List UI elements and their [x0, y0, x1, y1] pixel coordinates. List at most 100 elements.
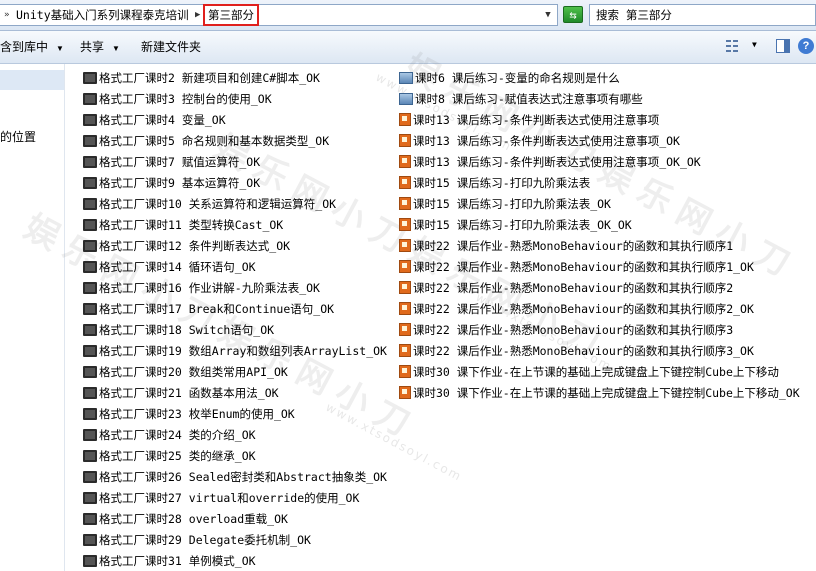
- video-icon: [83, 239, 97, 252]
- address-bar: » Unity基础入门系列课程泰克培训 ▶ 第三部分 ▼ ⇆ 搜索 第三部分: [0, 0, 816, 31]
- file-item[interactable]: 课时15 课后练习-打印九阶乘法表_OK_OK: [399, 215, 632, 235]
- video-icon: [83, 365, 97, 378]
- video-icon: [83, 260, 97, 273]
- file-item[interactable]: 课时30 课下作业-在上节课的基础上完成键盘上下键控制Cube上下移动: [399, 362, 779, 382]
- file-item[interactable]: 课时8 课后练习-赋值表达式注意事项有哪些: [399, 89, 643, 109]
- video-icon: [83, 281, 97, 294]
- file-item[interactable]: 格式工厂课时20 数组类常用API_OK: [83, 362, 288, 382]
- video-icon: [83, 407, 97, 420]
- refresh-icon: ⇆: [569, 8, 577, 22]
- file-item[interactable]: 格式工厂课时31 单例模式_OK: [83, 551, 256, 571]
- file-name: 格式工厂课时7 赋值运算符_OK: [99, 155, 261, 169]
- search-input[interactable]: 搜索 第三部分: [589, 4, 816, 26]
- file-item[interactable]: 格式工厂课时9 基本运算符_OK: [83, 173, 260, 193]
- ppt-icon: [399, 155, 411, 168]
- file-item[interactable]: 格式工厂课时10 关系运算符和逻辑运算符_OK: [83, 194, 336, 214]
- nav-selected-item[interactable]: [0, 70, 64, 90]
- file-item[interactable]: 课时22 课后作业-熟悉MonoBehaviour的函数和其执行顺序3_OK: [399, 341, 754, 361]
- video-icon: [83, 302, 97, 315]
- file-item[interactable]: 格式工厂课时26 Sealed密封类和Abstract抽象类_OK: [83, 467, 387, 487]
- video-icon: [83, 176, 97, 189]
- file-name: 格式工厂课时27 virtual和override的使用_OK: [99, 491, 360, 505]
- video-icon: [83, 113, 97, 126]
- file-name: 格式工厂课时16 作业讲解-九阶乘法表_OK: [99, 281, 320, 295]
- ppt-icon: [399, 239, 411, 252]
- file-item[interactable]: 格式工厂课时14 循环语句_OK: [83, 257, 256, 277]
- file-name: 课时8 课后练习-赋值表达式注意事项有哪些: [415, 92, 643, 106]
- chevron-right-icon[interactable]: ▶: [195, 5, 200, 25]
- ppt-icon: [399, 302, 411, 315]
- share-button[interactable]: 共享 ▼: [80, 39, 120, 55]
- file-name: 课时22 课后作业-熟悉MonoBehaviour的函数和其执行顺序1: [413, 239, 734, 253]
- file-item[interactable]: 格式工厂课时27 virtual和override的使用_OK: [83, 488, 359, 508]
- toolbar: 含到库中 ▼ 共享 ▼ 新建文件夹 ▼ ?: [0, 31, 816, 64]
- file-item[interactable]: 课时15 课后练习-打印九阶乘法表: [399, 173, 590, 193]
- chevron-down-icon: ▼: [56, 44, 64, 53]
- file-item[interactable]: 课时6 课后练习-变量的命名规则是什么: [399, 68, 620, 88]
- file-item[interactable]: 格式工厂课时19 数组Array和数组列表ArrayList_OK: [83, 341, 387, 361]
- chevron-down-icon[interactable]: ▼: [539, 5, 557, 25]
- file-item[interactable]: 格式工厂课时18 Switch语句_OK: [83, 320, 274, 340]
- video-icon: [83, 155, 97, 168]
- include-in-library-button[interactable]: 含到库中 ▼: [0, 39, 64, 55]
- breadcrumb[interactable]: » Unity基础入门系列课程泰克培训 ▶ 第三部分 ▼: [0, 4, 558, 26]
- preview-pane-icon[interactable]: [776, 39, 790, 53]
- breadcrumb-current[interactable]: 第三部分: [203, 4, 259, 26]
- file-item[interactable]: 格式工厂课时29 Delegate委托机制_OK: [83, 530, 311, 550]
- video-icon: [83, 386, 97, 399]
- file-item[interactable]: 课时15 课后练习-打印九阶乘法表_OK: [399, 194, 611, 214]
- file-item[interactable]: 格式工厂课时23 枚举Enum的使用_OK: [83, 404, 295, 424]
- file-item[interactable]: 格式工厂课时5 命名规则和基本数据类型_OK: [83, 131, 329, 151]
- file-item[interactable]: 格式工厂课时24 类的介绍_OK: [83, 425, 256, 445]
- file-item[interactable]: 格式工厂课时2 新建项目和创建C#脚本_OK: [83, 68, 320, 88]
- file-item[interactable]: 课时13 课后练习-条件判断表达式使用注意事项_OK_OK: [399, 152, 701, 172]
- nav-item-locations[interactable]: 的位置: [0, 128, 36, 145]
- file-name: 格式工厂课时2 新建项目和创建C#脚本_OK: [99, 71, 320, 85]
- file-name: 课时22 课后作业-熟悉MonoBehaviour的函数和其执行顺序2: [413, 281, 734, 295]
- file-name: 格式工厂课时20 数组类常用API_OK: [99, 365, 288, 379]
- file-item[interactable]: 格式工厂课时3 控制台的使用_OK: [83, 89, 272, 109]
- file-item[interactable]: 格式工厂课时28 overload重载_OK: [83, 509, 288, 529]
- file-item[interactable]: 格式工厂课时7 赋值运算符_OK: [83, 152, 260, 172]
- file-item[interactable]: 格式工厂课时16 作业讲解-九阶乘法表_OK: [83, 278, 320, 298]
- help-icon[interactable]: ?: [798, 38, 814, 54]
- file-item[interactable]: 课时22 课后作业-熟悉MonoBehaviour的函数和其执行顺序3: [399, 320, 733, 340]
- file-item[interactable]: 课时22 课后作业-熟悉MonoBehaviour的函数和其执行顺序1: [399, 236, 733, 256]
- view-options-icon[interactable]: [726, 40, 740, 52]
- view-dropdown-icon[interactable]: ▼: [752, 40, 757, 49]
- file-name: 课时15 课后练习-打印九阶乘法表_OK_OK: [413, 218, 632, 232]
- new-folder-button[interactable]: 新建文件夹: [141, 39, 201, 55]
- ppt-icon: [399, 365, 411, 378]
- chevron-right-icon[interactable]: »: [4, 5, 9, 25]
- file-name: 格式工厂课时3 控制台的使用_OK: [99, 92, 272, 106]
- video-icon: [83, 428, 97, 441]
- ppt-icon: [399, 218, 411, 231]
- breadcrumb-parent[interactable]: Unity基础入门系列课程泰克培训: [16, 5, 189, 25]
- file-name: 课时30 课下作业-在上节课的基础上完成键盘上下键控制Cube上下移动: [413, 365, 779, 379]
- file-item[interactable]: 格式工厂课时17 Break和Continue语句_OK: [83, 299, 334, 319]
- file-item[interactable]: 格式工厂课时11 类型转换Cast_OK: [83, 215, 283, 235]
- video-icon: [83, 344, 97, 357]
- file-name: 课时6 课后练习-变量的命名规则是什么: [415, 71, 620, 85]
- file-item[interactable]: 课时22 课后作业-熟悉MonoBehaviour的函数和其执行顺序2: [399, 278, 733, 298]
- ppt-icon: [399, 323, 411, 336]
- file-name: 格式工厂课时29 Delegate委托机制_OK: [99, 533, 311, 547]
- file-item[interactable]: 格式工厂课时25 类的继承_OK: [83, 446, 256, 466]
- ppt-icon: [399, 260, 411, 273]
- file-item[interactable]: 课时22 课后作业-熟悉MonoBehaviour的函数和其执行顺序2_OK: [399, 299, 754, 319]
- file-item[interactable]: 课时22 课后作业-熟悉MonoBehaviour的函数和其执行顺序1_OK: [399, 257, 754, 277]
- ppt-icon: [399, 344, 411, 357]
- refresh-button[interactable]: ⇆: [563, 6, 583, 23]
- file-item[interactable]: 格式工厂课时21 函数基本用法_OK: [83, 383, 279, 403]
- file-item[interactable]: 课时30 课下作业-在上节课的基础上完成键盘上下键控制Cube上下移动_OK: [399, 383, 800, 403]
- file-item[interactable]: 格式工厂课时4 变量_OK: [83, 110, 226, 130]
- file-name: 格式工厂课时17 Break和Continue语句_OK: [99, 302, 335, 316]
- video-icon: [83, 470, 97, 483]
- file-item[interactable]: 课时13 课后练习-条件判断表达式使用注意事项: [399, 110, 659, 130]
- ppt-icon: [399, 113, 411, 126]
- file-item[interactable]: 课时13 课后练习-条件判断表达式使用注意事项_OK: [399, 131, 680, 151]
- file-name: 课时13 课后练习-条件判断表达式使用注意事项: [413, 113, 660, 127]
- video-icon: [83, 491, 97, 504]
- video-icon: [83, 323, 97, 336]
- file-item[interactable]: 格式工厂课时12 条件判断表达式_OK: [83, 236, 290, 256]
